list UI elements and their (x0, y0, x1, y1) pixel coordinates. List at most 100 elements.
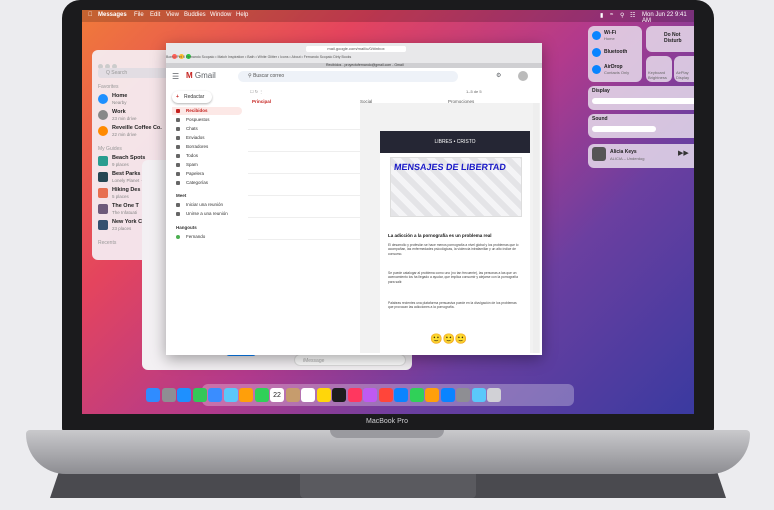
laptop-label: MacBook Pro (365, 418, 409, 425)
messages-icon[interactable] (192, 388, 207, 402)
apple-icon[interactable]:  (88, 12, 93, 18)
airdrop-icon[interactable] (592, 65, 601, 74)
reminders-icon[interactable] (301, 388, 315, 402)
trackpad (300, 470, 476, 498)
nav-spam[interactable]: Spam (172, 161, 242, 169)
appletv-icon[interactable] (332, 388, 346, 402)
podcasts-icon[interactable] (363, 388, 377, 402)
menubar-app[interactable]: Messages (98, 12, 127, 18)
calendar-icon[interactable]: 22 (270, 388, 284, 402)
keynote-icon[interactable] (394, 388, 408, 402)
bluetooth-icon[interactable] (592, 48, 601, 57)
control-center-icon[interactable]: ☷ (630, 12, 635, 19)
menu-view[interactable]: View (166, 12, 179, 18)
control-center: Wi-Fi Home Bluetooth AirDrop Contacts On… (588, 26, 694, 186)
coffee-icon (98, 126, 108, 136)
plus-icon: + (176, 94, 179, 100)
work-icon (98, 110, 108, 120)
emoji-illustration: 🙂🙂🙂 (430, 334, 468, 345)
recents-label: Recents (98, 240, 117, 246)
menu-file[interactable]: File (134, 12, 144, 18)
appstore-icon[interactable] (440, 388, 455, 402)
mail-row[interactable] (248, 107, 360, 130)
nav-sent[interactable]: Enviados (172, 134, 242, 142)
folder-icon[interactable] (471, 388, 486, 402)
meet-label: Meet (176, 193, 187, 198)
pages-icon[interactable] (425, 388, 439, 402)
select-checkbox[interactable]: ☐ ↻ ⋮ (250, 89, 263, 94)
pager: 1–5 de 5 (466, 89, 482, 94)
favorite-item[interactable]: Reveille Coffee Co. 22 min drive (98, 124, 176, 140)
newsletter-paragraph: El desarrollo y profesión se hace menos … (388, 243, 519, 256)
browser-window: mail.google.com/mail/u/0/#inbox Born • P… (166, 43, 542, 355)
mail-icon[interactable] (208, 388, 222, 402)
mail-row[interactable] (248, 151, 360, 174)
news-icon[interactable] (378, 388, 393, 402)
meet-join[interactable]: Unirse a una reunión (172, 210, 242, 218)
screen:  Messages File Edit View Buddies Window… (82, 10, 694, 414)
mail-row[interactable] (248, 129, 360, 152)
play-icon[interactable]: ▶▶ (678, 149, 689, 157)
menu-icon[interactable]: ☰ (172, 72, 179, 81)
imessage-input[interactable]: iMessage (294, 354, 406, 366)
address-bar[interactable]: mail.google.com/mail/u/0/#inbox (306, 46, 406, 52)
menu-buddies[interactable]: Buddies (184, 12, 206, 18)
window-controls[interactable] (98, 56, 128, 69)
side-panel[interactable] (533, 103, 539, 353)
safari-icon[interactable] (177, 388, 191, 402)
newsletter-header: LIBRES • CRISTO (380, 131, 530, 153)
favorites-label: Favorites (98, 84, 119, 90)
mail-row[interactable] (248, 195, 360, 218)
nav-trash[interactable]: Papelera (172, 170, 242, 178)
contacts-icon[interactable] (285, 388, 300, 402)
settings-icon[interactable]: ⚙ (496, 72, 501, 79)
meet-start[interactable]: Iniciar una reunión (172, 201, 242, 209)
launchpad-icon[interactable] (161, 388, 176, 402)
facetime-icon[interactable] (254, 388, 269, 402)
newsletter-paragraph: Se puede catalogar al problema como uno … (388, 271, 518, 284)
nav-drafts[interactable]: Borradores (172, 143, 242, 151)
tab-primary[interactable]: Principal (252, 99, 271, 104)
preferences-icon[interactable] (456, 388, 470, 402)
photos-icon[interactable] (239, 388, 253, 402)
newsletter-paragraph: Palabras recientes una plataforma persua… (388, 301, 517, 310)
trash-icon[interactable] (487, 388, 501, 402)
spotlight-icon[interactable]: ⚲ (620, 12, 624, 19)
mail-row[interactable] (248, 217, 360, 240)
newsletter-hero-title: MENSAJES DE LIBERTAD (393, 162, 507, 172)
notes-icon[interactable] (316, 388, 331, 402)
hangouts-user[interactable]: Fernando (172, 233, 242, 241)
menu-edit[interactable]: Edit (150, 12, 160, 18)
menu-window[interactable]: Window (210, 12, 231, 18)
music-icon[interactable] (347, 388, 362, 402)
album-art (592, 147, 606, 161)
sound-slider[interactable] (592, 126, 656, 132)
nav-chats[interactable]: Chats (172, 125, 242, 133)
nav-snoozed[interactable]: Pospuestos (172, 116, 242, 124)
browser-tab[interactable]: Recibidos - proyectofernando@gmail.com -… (166, 63, 542, 68)
guides-label: My Guides (98, 146, 122, 152)
gmail-search-input[interactable]: ⚲ Buscar correo (238, 71, 458, 82)
nav-inbox[interactable]: Recibidos (172, 107, 242, 115)
gmail-logo[interactable]: M Gmail (186, 71, 216, 80)
numbers-icon[interactable] (409, 388, 424, 402)
finder-icon[interactable] (146, 388, 160, 402)
laptop-notch (330, 430, 444, 438)
nav-all[interactable]: Todos (172, 152, 242, 160)
avatar[interactable] (518, 71, 528, 81)
wifi-icon[interactable] (592, 31, 601, 40)
menubar-clock[interactable]: Mon Jun 22 9:41 AM (642, 12, 694, 24)
maps-icon[interactable] (223, 388, 238, 402)
display-slider[interactable] (592, 98, 694, 104)
battery-icon[interactable]: ▮ (600, 12, 603, 19)
favorite-item[interactable]: Home Nearby (98, 92, 176, 108)
wifi-status-icon[interactable]: ≈ (610, 12, 613, 18)
hangouts-label: Hangouts (176, 225, 197, 230)
mail-row[interactable] (248, 173, 360, 196)
favorite-item[interactable]: Work 23 min drive (98, 108, 176, 124)
nav-categories[interactable]: Categorías (172, 179, 242, 187)
bookmarks-bar[interactable]: Born • Pet II Fernando Scopaio • Match I… (166, 55, 542, 63)
maps-search-input[interactable]: Q Search (98, 68, 172, 78)
compose-button[interactable]: + Redactar (172, 91, 212, 103)
menu-help[interactable]: Help (236, 12, 248, 18)
